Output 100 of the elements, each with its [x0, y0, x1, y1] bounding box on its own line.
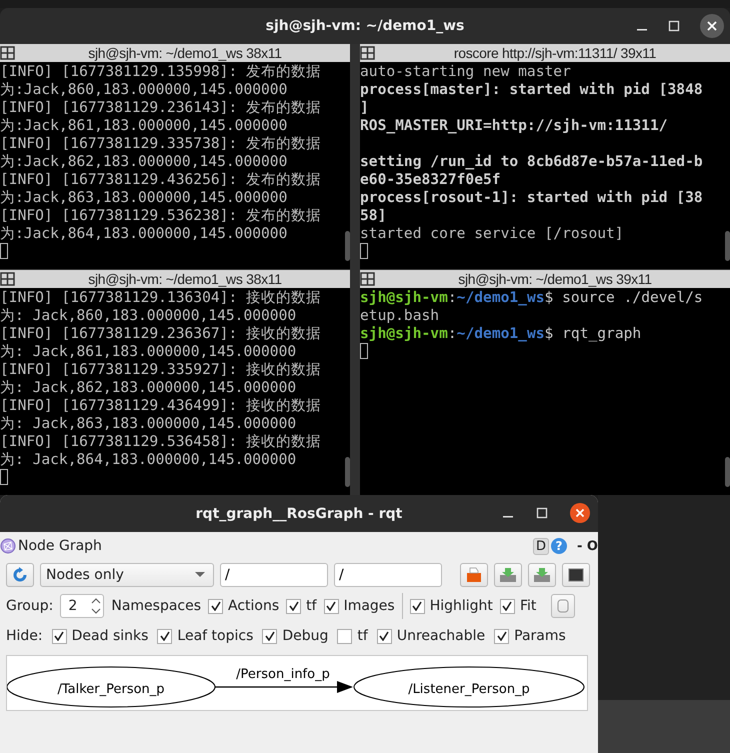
option-checkbox[interactable]: Images: [324, 598, 395, 614]
text-cursor: [0, 468, 8, 484]
text-cursor: [360, 342, 368, 358]
close-icon[interactable]: [700, 14, 724, 38]
save-image-button[interactable]: [562, 563, 590, 587]
terminal-line: 为:Jack,863,183.000000,145.000000: [0, 189, 288, 207]
save-svg-button[interactable]: [528, 563, 556, 587]
checkmark-icon: [210, 601, 221, 611]
namespaces-label: Namespaces: [111, 598, 202, 614]
save-dot-button[interactable]: [494, 563, 522, 587]
hide-checkbox[interactable]: Debug: [262, 628, 328, 644]
checkmark-icon: [288, 601, 299, 611]
terminal-line: 为:Jack,860,183.000000,145.000000: [0, 81, 288, 99]
plugin-title: Node Graph: [18, 538, 102, 554]
mode-dropdown[interactable]: Nodes only: [40, 563, 214, 587]
terminal-line: [INFO] [1677381129.136304]: 接收的数据: [0, 288, 322, 306]
scrollbar-thumb[interactable]: [725, 231, 730, 261]
terminal-line: [INFO] [1677381129.536238]: 发布的数据: [0, 207, 322, 225]
terminal-line: 为:Jack,862,183.000000,145.000000: [0, 153, 288, 171]
hide-checkbox[interactable]: tf: [337, 628, 368, 644]
spin-arrows-icon: [91, 596, 102, 616]
terminal-line: [INFO] [1677381129.436256]: 发布的数据: [0, 171, 322, 189]
node-ellipse[interactable]: [354, 666, 584, 708]
terminal-line: 为: Jack,863,183.000000,145.000000: [0, 414, 298, 432]
edge-label: /Person_info_p: [236, 667, 330, 682]
split-grid-icon[interactable]: [0, 272, 16, 286]
split-grid-icon[interactable]: [0, 46, 16, 60]
hide-label: Hide:: [6, 628, 43, 644]
window-title: sjh@sjh-vm: ~/demo1_ws: [266, 18, 464, 34]
hide-checkbox[interactable]: Unreachable: [376, 628, 486, 644]
close-icon[interactable]: [570, 503, 590, 523]
option-checkbox[interactable]: Fit: [500, 598, 536, 614]
prompt-line: sjh@sjh-vm:~/demo1_ws$ rqt_graph: [360, 324, 642, 342]
folder-icon: [466, 567, 482, 583]
text-cursor: [360, 243, 368, 259]
terminal-line: 为:Jack,861,183.000000,145.000000: [0, 117, 288, 135]
refresh-button[interactable]: [6, 563, 34, 587]
terminal-line: 为: Jack,860,183.000000,145.000000: [0, 306, 298, 324]
group-spinbox[interactable]: 2: [60, 594, 104, 618]
terminal-line: 为: Jack,862,183.000000,145.000000: [0, 378, 298, 396]
option-checkbox[interactable]: tf: [286, 598, 317, 614]
refresh-icon: [12, 567, 28, 583]
pane-title: sjh@sjh-vm: ~/demo1_ws 38x11: [87, 270, 283, 286]
option-checkbox[interactable]: Highlight: [410, 598, 493, 614]
hide-checkbox[interactable]: Params: [494, 628, 566, 644]
checkmark-icon: [379, 631, 390, 641]
checkmark-icon: [412, 601, 422, 611]
checkmark-icon: [502, 601, 512, 611]
node-label: /Talker_Person_p: [57, 682, 165, 697]
terminal-line: etup.bash: [360, 306, 440, 324]
pane-title: roscore http://sjh-vm:11311/ 39x11: [452, 45, 658, 61]
checkmark-icon: [54, 631, 64, 641]
split-grid-icon[interactable]: [360, 272, 376, 286]
text-cursor: [0, 243, 8, 259]
option-checkbox[interactable]: Actions: [208, 598, 280, 614]
split-grid-icon[interactable]: [360, 46, 376, 60]
terminal-line: started core service [/rosout]: [360, 225, 625, 243]
plugin-window-controls[interactable]: - O: [577, 538, 598, 554]
terminal-line: [INFO] [1677381129.436499]: 接收的数据: [0, 396, 322, 414]
terminal-line: 58]: [360, 207, 388, 225]
scrollbar-thumb[interactable]: [345, 231, 350, 261]
screen-icon: [568, 568, 584, 582]
load-button[interactable]: [460, 563, 488, 587]
pane-title: sjh@sjh-vm: ~/demo1_ws 39x11: [457, 270, 653, 286]
terminal-line: e60-35e8327f0e5f: [360, 171, 502, 189]
terminal-line: [INFO] [1677381129.335927]: 接收的数据: [0, 360, 322, 378]
group-label: Group:: [6, 598, 54, 614]
checkmark-icon: [326, 601, 336, 611]
scrollbar-thumb[interactable]: [345, 456, 350, 486]
topic-filter-field[interactable]: /: [334, 563, 442, 587]
prompt-line: sjh@sjh-vm:~/demo1_ws$ source ./devel/s: [360, 288, 704, 306]
dropdown-caret-icon: [195, 572, 205, 578]
download-tray-icon: [499, 567, 517, 583]
terminal-line: ]: [360, 99, 370, 117]
terminal-line: 为:Jack,864,183.000000,145.000000: [0, 225, 288, 243]
terminal-line: [INFO] [1677381129.135998]: 发布的数据: [0, 63, 322, 81]
terminal-line: 为: Jack,864,183.000000,145.000000: [0, 450, 298, 468]
terminal-line: auto-starting new master: [360, 63, 572, 81]
docking-button[interactable]: D: [533, 538, 550, 554]
terminal-line: [INFO] [1677381129.236143]: 发布的数据: [0, 99, 322, 117]
scrollbar-thumb[interactable]: [725, 456, 730, 486]
terminal-line: 为: Jack,861,183.000000,145.000000: [0, 342, 298, 360]
terminal-line: [INFO] [1677381129.236367]: 接收的数据: [0, 324, 322, 342]
node-filter-field[interactable]: /: [220, 563, 328, 587]
download-tray-icon: [533, 567, 551, 583]
terminal-line: [INFO] [1677381129.536458]: 接收的数据: [0, 432, 322, 450]
terminal-line: ROS_MASTER_URI=http://sjh-vm:11311/: [360, 117, 669, 135]
fit-button[interactable]: [551, 594, 576, 618]
hide-checkbox[interactable]: Leaf topics: [157, 628, 254, 644]
checkmark-icon: [264, 631, 275, 641]
window-title: rqt_graph__RosGraph - rqt: [196, 506, 402, 522]
hide-checkbox[interactable]: Dead sinks: [52, 628, 148, 644]
checkmark-icon: [496, 631, 507, 641]
terminal-line: process[rosout-1]: started with pid [38: [360, 189, 704, 207]
checkmark-icon: [160, 631, 170, 641]
maximize-icon[interactable]: [536, 507, 548, 519]
node-label: /Listener_Person_p: [408, 682, 530, 697]
maximize-icon[interactable]: [668, 20, 680, 32]
terminal-line: [INFO] [1677381129.335738]: 发布的数据: [0, 135, 322, 153]
terminal-line: process[master]: started with pid [3848: [360, 81, 704, 99]
